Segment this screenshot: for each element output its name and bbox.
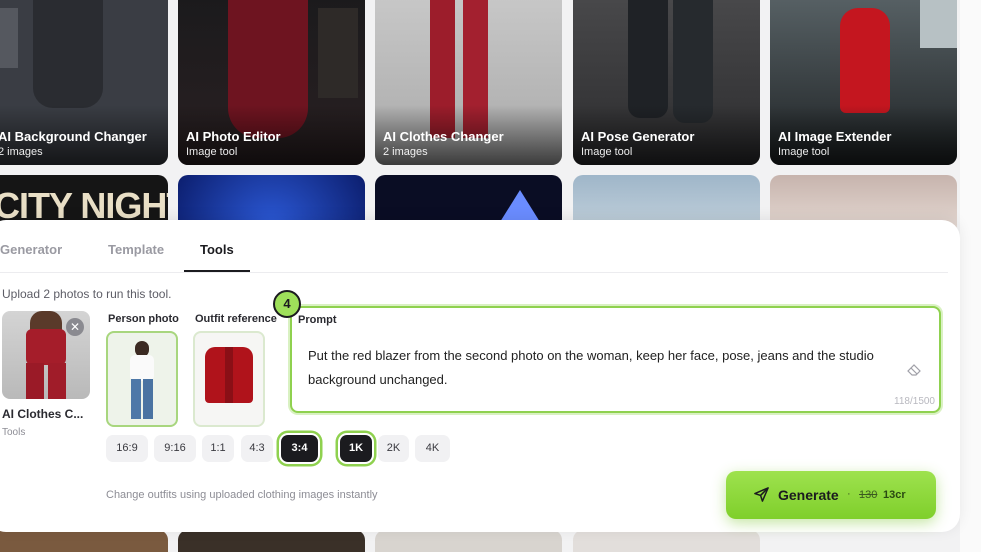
card-title: AI Pose Generator — [581, 129, 695, 144]
old-cost: 130 — [859, 489, 878, 501]
app-screen: AI Background Changer 2 images AI Photo … — [0, 0, 981, 552]
outfit-reference-upload[interactable] — [193, 331, 265, 427]
card-title: AI Photo Editor — [186, 129, 281, 144]
gallery-card-background-changer[interactable]: AI Background Changer 2 images — [0, 0, 168, 165]
gallery-card-bottom-3[interactable] — [375, 530, 562, 552]
send-icon — [754, 487, 769, 502]
character-counter: 118/1500 — [894, 396, 935, 407]
aspect-ratio-1-1[interactable]: 1:1 — [202, 435, 234, 462]
resolution-1k[interactable]: 1K — [340, 435, 372, 462]
card-title: AI Clothes Changer — [383, 129, 504, 144]
aspect-ratio-16-9[interactable]: 16:9 — [106, 435, 148, 462]
selected-tool-name: AI Clothes C... — [2, 407, 84, 421]
resolution-2k[interactable]: 2K — [378, 435, 409, 462]
tab-tools[interactable]: Tools — [200, 242, 234, 257]
tab-bar: Generator Template Tools — [0, 220, 948, 273]
card-title: AI Background Changer — [0, 129, 147, 144]
outfit-reference-label: Outfit reference — [195, 313, 277, 325]
tab-template[interactable]: Template — [108, 242, 164, 257]
credit-cost: 13cr — [883, 489, 906, 501]
prompt-text[interactable]: Put the red blazer from the second photo… — [308, 344, 888, 392]
generate-label: Generate — [778, 487, 839, 503]
gallery-card-image-extender[interactable]: AI Image Extender Image tool — [770, 0, 957, 165]
card-subtitle: 2 images — [383, 146, 428, 158]
prompt-label: Prompt — [298, 314, 337, 326]
gallery-card-bottom-1[interactable] — [0, 530, 168, 552]
gallery-card-photo-editor[interactable]: AI Photo Editor Image tool — [178, 0, 365, 165]
active-tab-indicator — [184, 270, 250, 272]
card-subtitle: Image tool — [778, 146, 830, 158]
card-subtitle: 2 images — [0, 146, 43, 158]
upload-instruction: Upload 2 photos to run this tool. — [2, 287, 172, 301]
remove-tool-button[interactable]: ✕ — [66, 318, 84, 336]
person-photo-label: Person photo — [108, 313, 179, 325]
gallery-card-clothes-changer[interactable]: AI Clothes Changer 2 images — [375, 0, 562, 165]
cost-separator: · — [847, 488, 851, 500]
tool-description: Change outfits using uploaded clothing i… — [106, 489, 378, 501]
eraser-icon[interactable] — [907, 364, 921, 376]
card-subtitle: Image tool — [186, 146, 238, 158]
gallery-card-bottom-2[interactable] — [178, 530, 365, 552]
selected-tool-category: Tools — [2, 427, 26, 438]
card-subtitle: Image tool — [581, 146, 633, 158]
tab-generator[interactable]: Generator — [0, 242, 62, 257]
aspect-ratio-9-16[interactable]: 9:16 — [154, 435, 196, 462]
aspect-ratio-3-4[interactable]: 3:4 — [281, 435, 318, 462]
gallery-card-pose-generator[interactable]: AI Pose Generator Image tool — [573, 0, 760, 165]
resolution-4k[interactable]: 4K — [415, 435, 450, 462]
gallery-card-bottom-4[interactable] — [573, 530, 760, 552]
step-badge: 4 — [273, 290, 301, 318]
person-photo-upload[interactable] — [106, 331, 178, 427]
scrollbar-track[interactable] — [960, 0, 981, 552]
aspect-ratio-4-3[interactable]: 4:3 — [241, 435, 273, 462]
generate-button[interactable]: Generate · 130 13cr — [726, 471, 936, 519]
prompt-field[interactable]: Prompt Put the red blazer from the secon… — [290, 306, 941, 413]
card-title: AI Image Extender — [778, 129, 892, 144]
